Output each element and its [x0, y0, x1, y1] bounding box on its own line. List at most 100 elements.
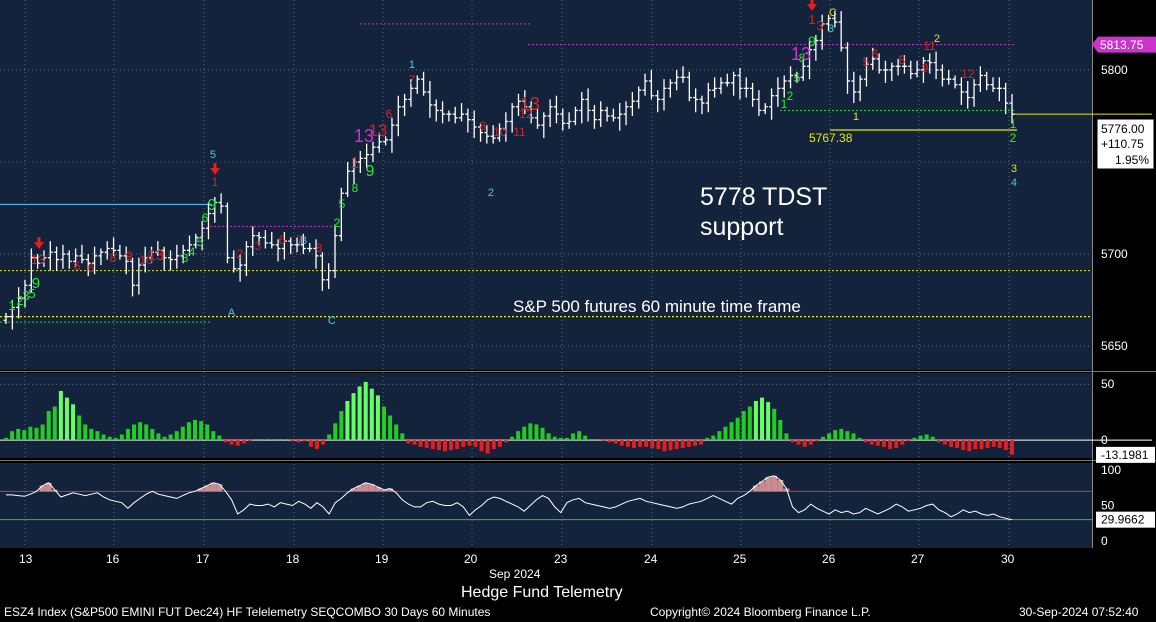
oscillator-bar	[827, 433, 832, 441]
oscillator-bar	[497, 440, 502, 447]
oscillator-bar	[156, 433, 161, 441]
oscillator-bar	[193, 419, 198, 441]
sequential-count-label: 12	[961, 67, 975, 81]
sequential-count-label: 2	[934, 33, 940, 45]
x-tick-label: 19	[375, 552, 389, 566]
oscillator-bar	[875, 440, 880, 446]
oscillator-bar	[851, 433, 856, 441]
oscillator-bar	[113, 437, 118, 441]
sequential-count-label: 6	[386, 107, 393, 121]
oscillator-bar	[162, 436, 167, 441]
x-tick-label: 23	[554, 552, 568, 566]
oscillator-bar	[814, 440, 819, 442]
oscillator-bar	[699, 440, 704, 445]
oscillator-bar	[790, 440, 795, 443]
oscillator-bar	[942, 440, 947, 445]
sequential-count-label: 9	[922, 61, 929, 75]
sequential-count-label: 2	[488, 187, 494, 199]
oscillator-bar	[479, 440, 484, 452]
oscillator-bar	[936, 440, 941, 443]
footer-timestamp: 30-Sep-2024 07:52:40	[1019, 605, 1139, 619]
oscillator-bar	[692, 440, 697, 446]
oscillator-bar	[314, 440, 319, 450]
oscillator-bar	[845, 431, 850, 441]
oscillator-bar	[394, 424, 399, 441]
oscillator-bar	[71, 404, 76, 441]
oscillator-bar	[247, 440, 252, 442]
sequential-count-label: 1	[1010, 117, 1017, 131]
oscillator-bar	[772, 408, 777, 441]
oscillator-bar	[58, 390, 63, 441]
oscillator-bar	[650, 440, 655, 448]
sequential-count-label: 3	[828, 23, 834, 35]
sequential-count-label: 2	[1010, 131, 1017, 145]
oscillator-bar	[10, 431, 15, 441]
oscillator-bar	[406, 440, 411, 444]
sequential-count-label: 1	[8, 298, 15, 313]
oscillator-bar	[217, 435, 222, 441]
oscillator-bar	[412, 440, 417, 445]
sequential-count-label: 2	[334, 216, 341, 230]
oscillator-bar	[174, 431, 179, 441]
oscillator-bar	[1003, 440, 1008, 451]
sequential-count-label: 3	[1011, 163, 1017, 175]
tdst-annotation: 5778 TDST support	[700, 182, 900, 242]
oscillator-bar	[388, 415, 393, 441]
oscillator-bar	[351, 393, 356, 441]
oscillator-bar	[747, 406, 752, 441]
oscillator-bar	[997, 440, 1002, 448]
oscillator-bar	[485, 440, 490, 454]
oscillator-bar	[644, 440, 649, 447]
oscillator-bar	[558, 437, 563, 441]
oscillator-bar	[863, 440, 868, 443]
oscillator-bar	[186, 422, 191, 441]
oscillator-bar	[589, 438, 594, 441]
sequential-count-label: 5	[339, 197, 346, 211]
oscillator-bar	[89, 428, 94, 441]
oscillator-bar	[272, 438, 277, 441]
sequential-count-label: 8	[899, 53, 906, 67]
oscillator-bar	[540, 427, 545, 441]
oscillator-bar	[607, 440, 612, 443]
chart-window: 5650570057505800131617181920232425262730…	[0, 0, 1156, 622]
sequential-count-label: 2	[237, 247, 244, 261]
tdst-annotation-line2: support	[700, 213, 784, 241]
oscillator-bar	[138, 422, 143, 441]
oscillator-bar	[357, 386, 362, 441]
oscillator-bar	[278, 438, 283, 441]
oscillator-bar	[333, 423, 338, 441]
oscillator-bar	[253, 438, 258, 441]
oscillator-bar	[656, 440, 661, 450]
tdst-annotation-line1: 5778 TDST	[700, 183, 828, 211]
oscillator-bar	[766, 402, 771, 441]
oscillator-bar	[717, 431, 722, 441]
oscillator-bar	[260, 438, 265, 441]
oscillator-bar	[235, 440, 240, 446]
oscillator-panel-bg	[0, 373, 1092, 458]
oscillator-bar	[418, 440, 423, 447]
oscillator-bar	[1010, 440, 1014, 455]
price-tick-label: 5650	[1101, 339, 1128, 353]
x-tick-label: 24	[644, 552, 658, 566]
sequential-count-label: 9	[808, 33, 816, 49]
oscillator-bar	[552, 436, 557, 441]
oscillator-bar	[546, 433, 551, 441]
oscillator-bar	[77, 415, 82, 441]
oscillator-bar	[955, 440, 960, 448]
sequential-count-label: 9	[126, 249, 133, 263]
price-change-pct-label: 1.95%	[1115, 153, 1149, 167]
oscillator-bar	[339, 411, 344, 441]
oscillator-bar	[869, 440, 874, 445]
oscillator-bar	[302, 440, 307, 442]
sequential-count-label: 3	[182, 251, 189, 265]
sequential-count-label: 4	[189, 245, 196, 259]
sequential-count-label: 3	[816, 18, 823, 33]
sequential-count-label: 13	[520, 94, 540, 114]
oscillator-bar	[16, 428, 21, 441]
oscillator-bar	[4, 437, 8, 441]
oscillator-bar	[144, 424, 149, 441]
oscillator-bar	[753, 400, 758, 441]
sequential-count-label: 6	[88, 261, 95, 275]
oscillator-bar	[382, 406, 387, 441]
oscillator-bar	[119, 434, 124, 441]
